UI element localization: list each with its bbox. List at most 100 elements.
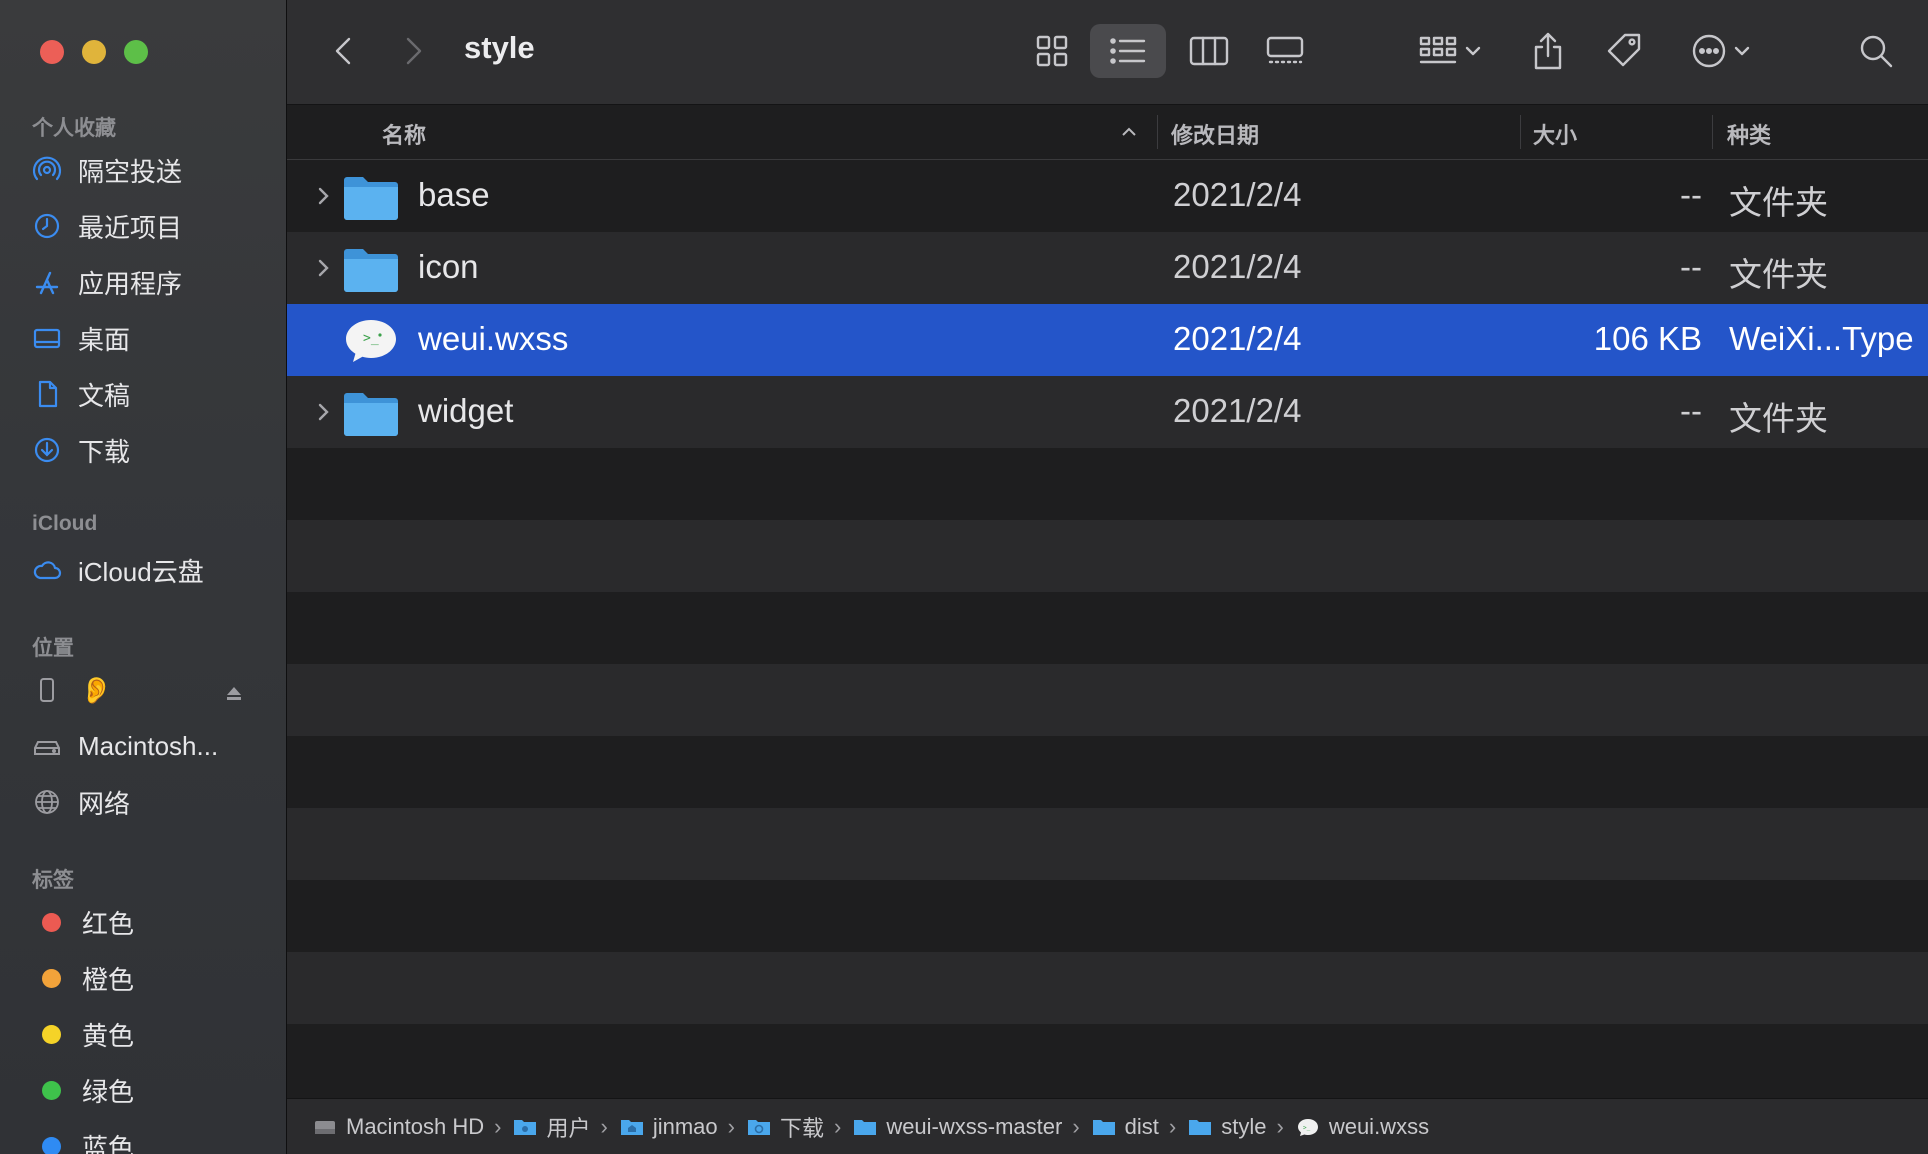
zoom-window-button[interactable] (124, 40, 148, 64)
sidebar-item-recents[interactable]: 最近项目 (30, 204, 270, 248)
sidebar-item-label: 红色 (82, 908, 135, 939)
path-crumb-dist[interactable]: dist › (1092, 1114, 1189, 1140)
file-kind: WeiXi...Type (1729, 320, 1914, 357)
sidebar-item-label: 隔空投送 (78, 156, 183, 187)
path-crumb-label: style (1221, 1113, 1267, 1139)
column-name-header[interactable]: 名称 (382, 118, 426, 150)
sidebar-tag-green[interactable]: 绿色 (30, 1068, 270, 1112)
airdrop-icon (30, 153, 64, 187)
path-separator-icon: › (1168, 1113, 1177, 1139)
group-grid-icon (1419, 36, 1457, 64)
column-view-button[interactable] (1181, 26, 1237, 76)
disclosure-chevron-icon[interactable] (317, 184, 331, 208)
file-kind: 文件夹 (1729, 400, 1828, 437)
home-folder-icon (620, 1119, 643, 1135)
folder-icon (344, 249, 398, 292)
sidebar-tag-red[interactable]: 红色 (30, 900, 270, 944)
file-date: 2021/2/4 (1173, 248, 1302, 285)
wechat-file-icon: >_ (346, 320, 396, 362)
list-view-button[interactable] (1090, 24, 1166, 78)
column-kind-header[interactable]: 种类 (1727, 118, 1771, 150)
path-crumb-jinmao[interactable]: jinmao › (620, 1114, 747, 1140)
path-crumb-macintosh-hd[interactable]: Macintosh HD › (313, 1114, 513, 1140)
sidebar-item-downloads[interactable]: 下载 (30, 428, 270, 472)
sidebar-item-network[interactable]: 网络 (30, 780, 270, 824)
column-size-header[interactable]: 大小 (1533, 118, 1577, 150)
sidebar-item-label: 绿色 (82, 1076, 135, 1107)
sidebar-item-icloud-drive[interactable]: iCloud云盘 (30, 548, 270, 592)
path-crumb-weui-wxss-master[interactable]: weui-wxss-master › (853, 1114, 1091, 1140)
more-actions-button[interactable] (1681, 26, 1761, 76)
file-row-icon[interactable]: icon 2021/2/4 -- 文件夹 (287, 232, 1928, 304)
sidebar-item-label: 蓝色 (82, 1132, 135, 1154)
forward-button[interactable] (398, 30, 428, 72)
minimize-window-button[interactable] (82, 40, 106, 64)
wechat-file-icon: >_ (1297, 1118, 1318, 1136)
tags-button[interactable] (1599, 24, 1649, 78)
finder-window: 个人收藏 隔空投送 最近项目 应用程序 桌面 文稿 下载 iCloud iClo… (0, 0, 1928, 1154)
file-date: 2021/2/4 (1173, 392, 1302, 429)
tag-icon (1607, 33, 1641, 67)
folder-icon (854, 1119, 877, 1135)
file-kind: 文件夹 (1729, 256, 1828, 293)
empty-row (287, 880, 1928, 952)
sidebar-item-applications[interactable]: 应用程序 (30, 260, 270, 304)
gallery-view-button[interactable] (1257, 26, 1313, 76)
download-icon (30, 433, 64, 467)
empty-row (287, 664, 1928, 736)
back-button[interactable] (329, 30, 359, 72)
eject-icon[interactable] (224, 680, 244, 700)
sidebar-tag-yellow[interactable]: 黄色 (30, 1012, 270, 1056)
column-date-header[interactable]: 修改日期 (1171, 118, 1259, 150)
file-row-widget[interactable]: widget 2021/2/4 -- 文件夹 (287, 376, 1928, 448)
folder-icon (344, 393, 398, 436)
column-divider[interactable] (1712, 115, 1713, 149)
applications-icon (30, 265, 64, 299)
icon-view-button[interactable] (1027, 26, 1077, 76)
path-crumb-style[interactable]: style › (1188, 1114, 1296, 1140)
folder-icon (1189, 1119, 1212, 1135)
chevron-left-icon (335, 37, 351, 65)
column-divider[interactable] (1157, 115, 1158, 149)
path-separator-icon: › (600, 1113, 608, 1139)
file-size: -- (1680, 392, 1702, 429)
sidebar: 个人收藏 隔空投送 最近项目 应用程序 桌面 文稿 下载 iCloud iClo… (0, 0, 287, 1154)
ear-emoji-icon: 👂 (80, 674, 113, 705)
list-icon (1110, 38, 1146, 64)
path-crumb-downloads[interactable]: 下载 › (747, 1111, 853, 1143)
disclosure-chevron-icon[interactable] (317, 400, 331, 424)
share-icon (1534, 32, 1562, 70)
sidebar-item-airdrop[interactable]: 隔空投送 (30, 148, 270, 192)
sidebar-tag-blue[interactable]: 蓝色 (30, 1124, 270, 1154)
path-crumb-users[interactable]: 用户 › (513, 1111, 619, 1143)
path-crumb-weui-wxss[interactable]: >_ weui.wxss (1296, 1114, 1429, 1140)
file-row-weui-wxss[interactable]: >_ weui.wxss 2021/2/4 106 KB WeiXi...Typ… (287, 304, 1928, 376)
close-window-button[interactable] (40, 40, 64, 64)
file-name: weui.wxss (418, 320, 569, 357)
file-date: 2021/2/4 (1173, 176, 1302, 213)
favorites-heading: 个人收藏 (32, 117, 116, 140)
file-size: -- (1680, 176, 1702, 213)
share-button[interactable] (1525, 24, 1571, 78)
sidebar-item-documents[interactable]: 文稿 (30, 372, 270, 416)
sidebar-item-label: 网络 (78, 788, 131, 819)
sidebar-item-label: 桌面 (78, 324, 131, 355)
group-by-button[interactable] (1410, 26, 1490, 76)
sidebar-item-desktop[interactable]: 桌面 (30, 316, 270, 360)
columns-icon (1189, 36, 1229, 66)
tag-color-dot (42, 1024, 61, 1044)
tag-color-dot (42, 1080, 61, 1100)
sidebar-item-macintosh-hd[interactable]: Macintosh... (30, 724, 270, 768)
sidebar-item-iphone[interactable]: 👂 (30, 668, 270, 712)
disclosure-chevron-icon[interactable] (317, 256, 331, 280)
empty-row (287, 808, 1928, 880)
search-button[interactable] (1851, 26, 1901, 76)
folder-icon (1092, 1119, 1115, 1135)
column-divider[interactable] (1520, 115, 1521, 149)
path-crumb-label: dist (1124, 1113, 1159, 1139)
tag-color-dot (42, 912, 61, 932)
file-name: icon (418, 248, 479, 285)
file-row-base[interactable]: base 2021/2/4 -- 文件夹 (287, 160, 1928, 232)
sidebar-tag-orange[interactable]: 橙色 (30, 956, 270, 1000)
path-bar: Macintosh HD › 用户 › jinmao › 下载 › weui-wxss-… (287, 1098, 1928, 1154)
